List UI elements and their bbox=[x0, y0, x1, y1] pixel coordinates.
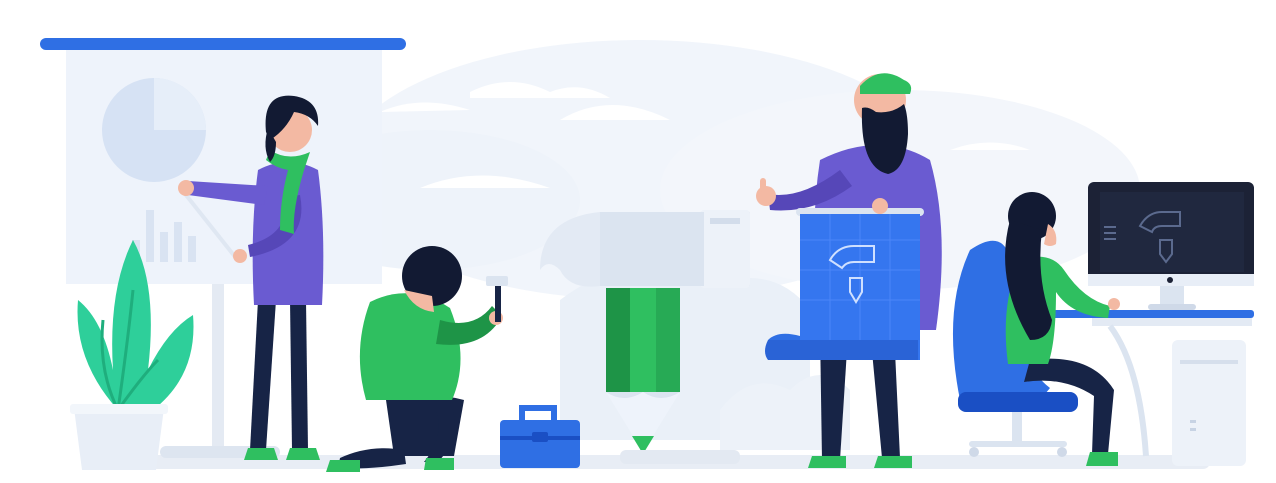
illustration-stage bbox=[0, 0, 1276, 483]
desk bbox=[1040, 310, 1254, 466]
giant-hammer bbox=[540, 210, 750, 288]
pie-chart bbox=[102, 78, 206, 182]
desktop-monitor bbox=[1088, 182, 1254, 310]
presentation-board bbox=[40, 38, 406, 458]
pc-tower bbox=[1172, 340, 1246, 466]
team-building-illustration bbox=[40, 38, 1254, 472]
